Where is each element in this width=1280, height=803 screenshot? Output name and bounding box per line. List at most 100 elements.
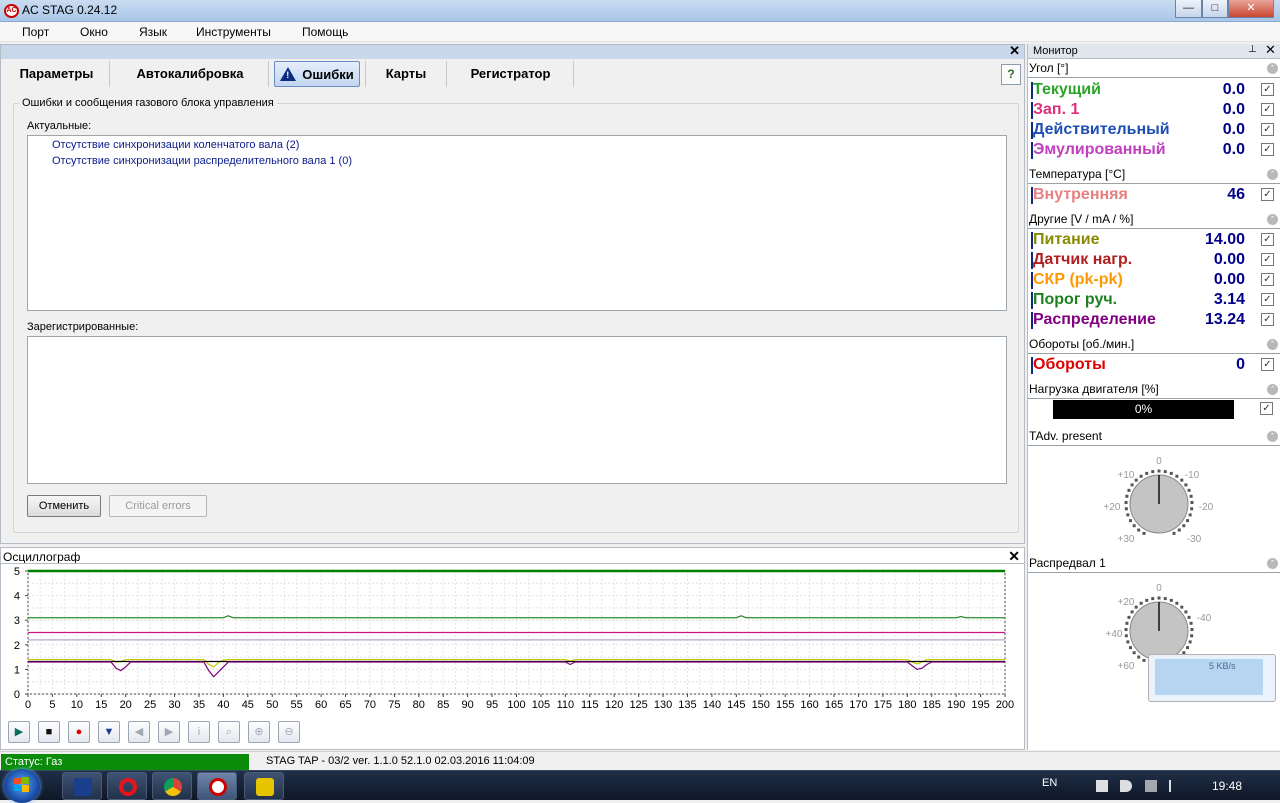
checkbox-load[interactable]: ✓	[1260, 402, 1273, 415]
x-tick-label: 160	[800, 699, 818, 711]
tab-autocalibration[interactable]: Автокалибровка	[112, 61, 269, 87]
taskbar-save-app[interactable]	[62, 772, 102, 800]
save-button[interactable]: ▼	[98, 721, 120, 743]
checkbox[interactable]: ✓	[1261, 233, 1274, 246]
save-icon: ▼	[103, 726, 115, 738]
gauge-label: +20	[1118, 597, 1135, 608]
checkbox[interactable]: ✓	[1261, 143, 1274, 156]
x-tick-label: 85	[437, 699, 449, 711]
checkbox[interactable]: ✓	[1261, 273, 1274, 286]
checkbox[interactable]: ✓	[1261, 293, 1274, 306]
y-tick-label: 0	[14, 689, 20, 701]
taskbar-app[interactable]	[244, 772, 284, 800]
collapse-icon[interactable]: ⌃	[1267, 63, 1278, 74]
zoom-icon: ⌕	[225, 726, 233, 738]
x-tick-label: 135	[678, 699, 696, 711]
taskbar-ac-stag[interactable]	[197, 772, 237, 800]
record-button[interactable]: ●	[68, 721, 90, 743]
tab-maps[interactable]: Карты	[365, 61, 447, 87]
collapse-icon[interactable]: ⌃	[1267, 431, 1278, 442]
minimize-button[interactable]: —	[1175, 0, 1202, 18]
collapse-icon[interactable]: ⌃	[1267, 384, 1278, 395]
monitor-value: 0.0	[1222, 121, 1245, 138]
taskbar-chrome[interactable]	[152, 772, 192, 800]
gauge-tick	[1157, 596, 1161, 600]
gauge-label: -10	[1185, 470, 1200, 481]
back-button[interactable]: ◀	[128, 721, 150, 743]
oscilloscope-chart[interactable]: 0 5 10 15 20 25 30 35 40 45 50 55 60 65 70 75 80 85 90 95 10…	[1, 564, 1024, 716]
checkbox[interactable]: ✓	[1261, 188, 1274, 201]
menu-port[interactable]: Порт	[22, 25, 49, 39]
gauge-tick	[1190, 628, 1194, 632]
zoom-button[interactable]: ⌕	[218, 721, 240, 743]
menu-bar: Порт Окно Язык Инструменты Помощь	[0, 22, 1280, 42]
gauge-tick	[1186, 646, 1190, 650]
status-gas: Статус: Газ	[1, 754, 249, 770]
network-icon[interactable]	[1145, 780, 1157, 792]
zoom-out-button[interactable]: ⊖	[278, 721, 300, 743]
x-tick-label: 180	[898, 699, 916, 711]
gauge-tick	[1130, 610, 1134, 614]
pin-icon[interactable]: ⊥	[1248, 44, 1257, 55]
collapse-icon[interactable]: ⌃	[1267, 214, 1278, 225]
clock[interactable]: 19:48	[1212, 779, 1242, 793]
zoom-in-button[interactable]: ⊕	[248, 721, 270, 743]
start-button[interactable]	[4, 769, 40, 803]
gauge-tick	[1157, 469, 1161, 473]
play-button[interactable]: ▶	[8, 721, 30, 743]
monitor-header: Монитор ⊥ ✕	[1028, 42, 1280, 59]
panel-close-icon[interactable]: ✕	[1009, 43, 1020, 59]
network-rate: 5 KB/s	[1209, 661, 1236, 671]
checkbox[interactable]: ✓	[1261, 313, 1274, 326]
checkbox[interactable]: ✓	[1261, 83, 1274, 96]
x-tick-label: 70	[364, 699, 376, 711]
x-tick-label: 40	[217, 699, 229, 711]
menu-language[interactable]: Язык	[139, 25, 167, 39]
monitor-label: Порог руч.	[1033, 291, 1118, 308]
tab-errors[interactable]: Ошибки	[274, 61, 360, 87]
registered-errors-list[interactable]	[27, 336, 1007, 484]
volume-icon[interactable]	[1120, 780, 1132, 792]
x-tick-label: 65	[339, 699, 351, 711]
cancel-button[interactable]: Отменить	[27, 495, 101, 517]
list-item[interactable]: Отсутствие синхронизации распределительн…	[52, 155, 352, 167]
stop-button[interactable]: ■	[38, 721, 60, 743]
list-item[interactable]: Отсутствие синхронизации коленчатого вал…	[52, 139, 299, 151]
section-title: Другие [V / mA / %]	[1029, 212, 1134, 226]
monitor-value: 13.24	[1204, 311, 1245, 328]
checkbox[interactable]: ✓	[1261, 123, 1274, 136]
menu-help[interactable]: Помощь	[302, 25, 348, 39]
x-tick-label: 150	[752, 699, 770, 711]
checkbox[interactable]: ✓	[1261, 253, 1274, 266]
close-window-button[interactable]: ✕	[1228, 0, 1274, 18]
monitor-close-icon[interactable]: ✕	[1265, 42, 1276, 58]
info-button[interactable]: i	[188, 721, 210, 743]
maximize-button[interactable]: □	[1202, 0, 1228, 18]
x-tick-label: 130	[654, 699, 672, 711]
checkbox[interactable]: ✓	[1261, 358, 1274, 371]
gauge-tick	[1142, 531, 1146, 535]
x-tick-label: 10	[71, 699, 83, 711]
help-button[interactable]: ?	[1001, 64, 1021, 85]
checkbox[interactable]: ✓	[1261, 103, 1274, 116]
menu-window[interactable]: Окно	[80, 25, 108, 39]
zoom-out-icon: ⊖	[284, 726, 294, 738]
section-title: Нагрузка двигателя [%]	[1029, 382, 1159, 396]
x-tick-label: 20	[120, 699, 132, 711]
language-indicator[interactable]: EN	[1042, 777, 1057, 789]
menu-tools[interactable]: Инструменты	[196, 25, 271, 39]
taskbar-opera[interactable]	[107, 772, 147, 800]
gauge-label: 0	[1156, 583, 1162, 594]
active-errors-list[interactable]: Отсутствие синхронизации коленчатого вал…	[27, 135, 1007, 311]
tab-recorder[interactable]: Регистратор	[448, 61, 574, 87]
chrome-icon	[164, 778, 182, 796]
tab-parameters[interactable]: Параметры	[4, 61, 110, 87]
collapse-icon[interactable]: ⌃	[1267, 339, 1278, 350]
tray-icon[interactable]	[1096, 780, 1108, 792]
flag-icon[interactable]	[1169, 780, 1181, 792]
collapse-icon[interactable]: ⌃	[1267, 558, 1278, 569]
forward-button[interactable]: ▶	[158, 721, 180, 743]
critical-errors-button[interactable]: Critical errors	[109, 495, 207, 517]
gauge-tick	[1124, 501, 1128, 505]
collapse-icon[interactable]: ⌃	[1267, 169, 1278, 180]
